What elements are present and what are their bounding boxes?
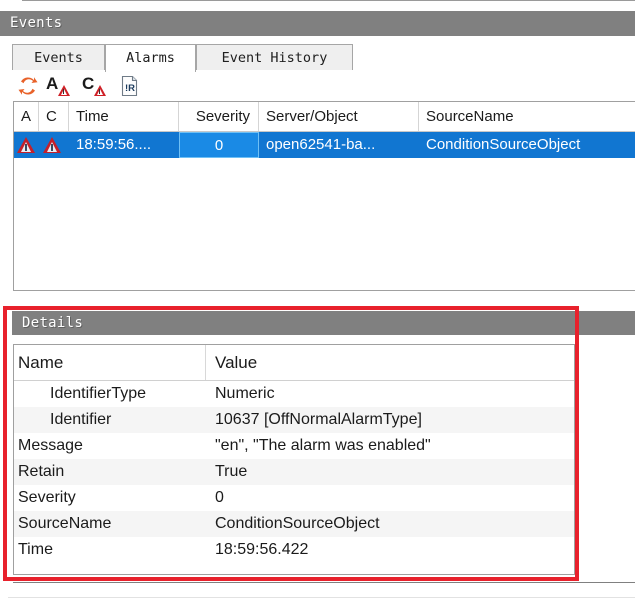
tab-bar: Events Alarms Event History bbox=[12, 44, 635, 72]
tab-event-history[interactable]: Event History bbox=[196, 44, 353, 71]
details-row-sourcename[interactable]: SourceName ConditionSourceObject bbox=[14, 511, 574, 537]
bottom-strip-line bbox=[8, 597, 635, 598]
details-row-value: 0 bbox=[215, 489, 224, 506]
details-table-header: Name Value bbox=[14, 345, 574, 381]
details-row-time[interactable]: Time 18:59:56.422 bbox=[14, 537, 574, 563]
details-row-value: 18:59:56.422 bbox=[215, 541, 309, 558]
column-header-time[interactable]: Time bbox=[69, 102, 179, 131]
tab-events[interactable]: Events bbox=[12, 44, 105, 71]
confirm-alarm-icon[interactable]: C bbox=[82, 74, 108, 99]
warning-triangle-icon bbox=[58, 85, 70, 96]
details-row-name: Identifier bbox=[50, 411, 112, 428]
warning-triangle-icon bbox=[94, 85, 106, 96]
cell-confirmed-state[interactable] bbox=[39, 132, 69, 158]
alarm-warning-exclamation bbox=[51, 144, 53, 151]
bottom-strip bbox=[0, 583, 635, 603]
cell-server-object[interactable]: open62541-ba... bbox=[259, 132, 419, 158]
cell-severity[interactable]: 0 bbox=[179, 132, 259, 158]
acknowledge-alarm-icon[interactable]: A bbox=[46, 74, 72, 99]
confirm-letter: C bbox=[82, 74, 95, 93]
details-row-identifier[interactable]: Identifier 10637 [OffNormalAlarmType] bbox=[14, 407, 574, 433]
alarm-warning-exclamation bbox=[25, 144, 27, 151]
details-row-name: SourceName bbox=[18, 515, 112, 532]
alarms-grid-header: A C Time Severity Server/Object SourceNa… bbox=[14, 102, 635, 132]
details-row-value: 10637 [OffNormalAlarmType] bbox=[215, 411, 422, 428]
tab-alarms[interactable]: Alarms bbox=[105, 44, 196, 72]
details-row-name: Severity bbox=[18, 489, 76, 506]
cell-source-name[interactable]: ConditionSourceObject bbox=[419, 132, 635, 158]
details-row-value: ConditionSourceObject bbox=[215, 515, 380, 532]
alarms-toolbar: A C !R bbox=[13, 71, 635, 101]
report-icon[interactable]: !R bbox=[118, 74, 144, 99]
acknowledge-letter: A bbox=[46, 74, 59, 93]
column-header-server-object[interactable]: Server/Object bbox=[259, 102, 419, 131]
table-row[interactable]: 18:59:56.... 0 open62541-ba... Condition… bbox=[14, 132, 635, 158]
top-divider-line bbox=[22, 0, 635, 1]
warning-exclamation bbox=[62, 89, 64, 94]
cell-time[interactable]: 18:59:56.... bbox=[69, 132, 179, 158]
refresh-icon[interactable] bbox=[16, 74, 42, 99]
details-row-message[interactable]: Message "en", "The alarm was enabled" bbox=[14, 433, 574, 459]
details-row-name: Message bbox=[18, 437, 83, 454]
column-header-source-name[interactable]: SourceName bbox=[419, 102, 635, 131]
details-row-severity[interactable]: Severity 0 bbox=[14, 485, 574, 511]
details-table[interactable]: Name Value IdentifierType Numeric Identi… bbox=[13, 344, 575, 575]
details-row-value: True bbox=[215, 463, 248, 480]
column-header-severity[interactable]: Severity bbox=[179, 102, 259, 131]
details-row-value: "en", "The alarm was enabled" bbox=[215, 437, 431, 454]
details-row-name: Time bbox=[18, 541, 53, 558]
column-header-a[interactable]: A bbox=[14, 102, 39, 131]
warning-exclamation bbox=[98, 89, 100, 94]
details-row-name: IdentifierType bbox=[50, 385, 147, 402]
details-row-name: Retain bbox=[18, 463, 65, 480]
details-row-value: Numeric bbox=[215, 385, 275, 402]
svg-text:!R: !R bbox=[125, 83, 135, 94]
details-column-header-value[interactable]: Value bbox=[206, 345, 574, 380]
details-row-retain[interactable]: Retain True bbox=[14, 459, 574, 485]
column-header-c[interactable]: C bbox=[39, 102, 69, 131]
cell-acknowledged-state[interactable] bbox=[14, 132, 39, 158]
top-strip bbox=[0, 0, 635, 11]
alarms-grid[interactable]: A C Time Severity Server/Object SourceNa… bbox=[13, 101, 635, 291]
details-panel-title: Details bbox=[12, 311, 635, 335]
details-column-header-name[interactable]: Name bbox=[14, 345, 206, 380]
details-row-identifiertype[interactable]: IdentifierType Numeric bbox=[14, 381, 574, 407]
events-panel-title: Events bbox=[0, 11, 635, 36]
